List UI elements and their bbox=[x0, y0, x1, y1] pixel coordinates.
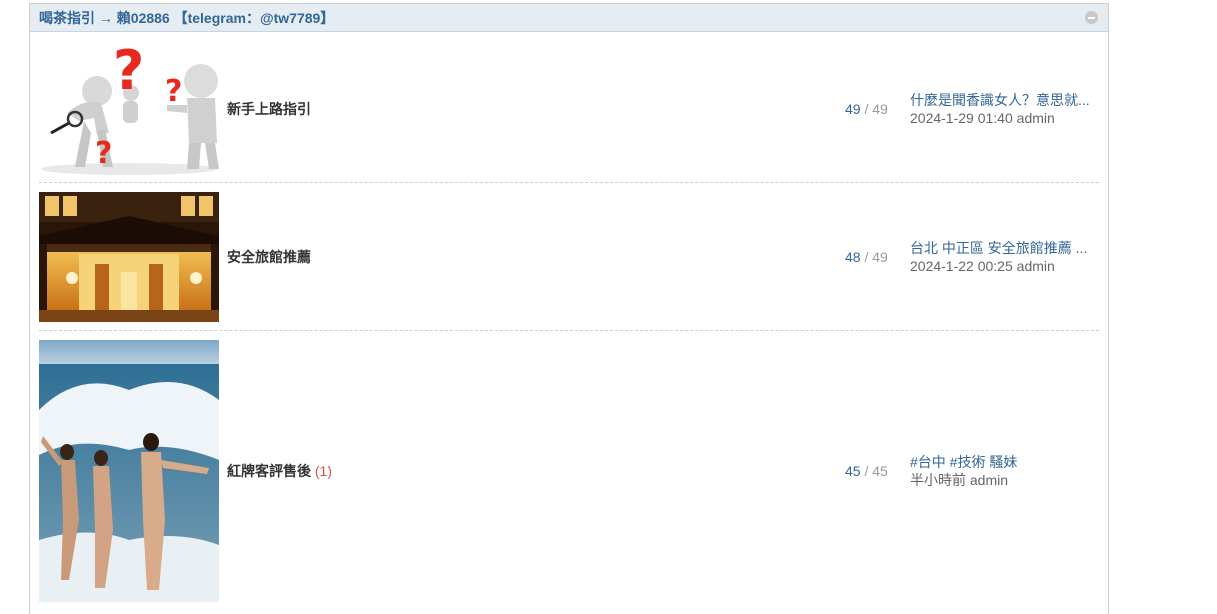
forum-thumbnail-question-figures[interactable]: ? ? ? bbox=[39, 43, 219, 175]
forum-thumbnail-beach-photo[interactable] bbox=[39, 340, 219, 602]
last-post-meta: 2024-1-22 00:25 admin bbox=[910, 257, 1100, 275]
collapse-icon[interactable] bbox=[1085, 11, 1098, 24]
thread-count: 49 bbox=[845, 101, 861, 117]
last-post: 什麼是聞香識女人？意思就... 2024-1-29 01:40 admin bbox=[910, 91, 1100, 127]
thread-count: 48 bbox=[845, 249, 861, 265]
last-post: 台北 中正區 安全旅館推薦 ... 2024-1-22 00:25 admin bbox=[910, 239, 1100, 275]
category-title[interactable]: 喝茶指引 → 賴02886 【telegram：@tw7789】 bbox=[39, 8, 334, 28]
forum-name-link[interactable]: 紅牌客評售後 (1) bbox=[227, 461, 747, 481]
forum-category-panel: 喝茶指引 → 賴02886 【telegram：@tw7789】 ? ? ? 新… bbox=[29, 3, 1109, 614]
thread-count: 45 bbox=[845, 463, 861, 479]
last-post-author-link[interactable]: admin bbox=[1017, 110, 1055, 126]
thread-post-counts: 45 / 45 bbox=[845, 463, 888, 479]
thread-post-counts: 49 / 49 bbox=[845, 101, 888, 117]
forum-name[interactable]: 紅牌客評售後 bbox=[227, 463, 311, 479]
forum-name[interactable]: 新手上路指引 bbox=[227, 101, 311, 117]
row-divider bbox=[39, 330, 1099, 331]
last-post-time: 半小時前 bbox=[910, 472, 966, 488]
forum-name[interactable]: 安全旅館推薦 bbox=[227, 249, 311, 265]
svg-text:?: ? bbox=[113, 43, 144, 102]
today-count: (1) bbox=[314, 463, 333, 479]
last-post-title-link[interactable]: 台北 中正區 安全旅館推薦 ... bbox=[910, 239, 1100, 257]
svg-text:?: ? bbox=[95, 136, 112, 171]
forum-name-link[interactable]: 新手上路指引 bbox=[227, 99, 747, 119]
last-post-meta: 半小時前 admin bbox=[910, 471, 1100, 489]
forum-name-link[interactable]: 安全旅館推薦 bbox=[227, 247, 747, 267]
post-count: 45 bbox=[872, 463, 888, 479]
last-post-meta: 2024-1-29 01:40 admin bbox=[910, 109, 1100, 127]
forum-thumbnail-hotel-entrance[interactable] bbox=[39, 192, 219, 322]
forum-row: ? ? ? 新手上路指引 49 / 49 什麼是聞香識女人？意思就... 202… bbox=[39, 43, 1099, 175]
last-post: #台中 #技術 騷妹 半小時前 admin bbox=[910, 453, 1100, 489]
svg-text:?: ? bbox=[165, 74, 182, 109]
forum-row: 安全旅館推薦 48 / 49 台北 中正區 安全旅館推薦 ... 2024-1-… bbox=[39, 192, 1099, 322]
post-count: 49 bbox=[872, 101, 888, 117]
last-post-title-link[interactable]: #台中 #技術 騷妹 bbox=[910, 453, 1100, 471]
row-divider bbox=[39, 182, 1099, 183]
last-post-time: 2024-1-29 01:40 bbox=[910, 110, 1013, 126]
thread-post-counts: 48 / 49 bbox=[845, 249, 888, 265]
last-post-author-link[interactable]: admin bbox=[1017, 258, 1055, 274]
forum-row: 紅牌客評售後 (1) 45 / 45 #台中 #技術 騷妹 半小時前 admin bbox=[39, 340, 1099, 602]
last-post-title-link[interactable]: 什麼是聞香識女人？意思就... bbox=[910, 91, 1100, 109]
last-post-time: 2024-1-22 00:25 bbox=[910, 258, 1013, 274]
category-header: 喝茶指引 → 賴02886 【telegram：@tw7789】 bbox=[30, 4, 1108, 32]
post-count: 49 bbox=[872, 249, 888, 265]
last-post-author-link[interactable]: admin bbox=[970, 472, 1008, 488]
